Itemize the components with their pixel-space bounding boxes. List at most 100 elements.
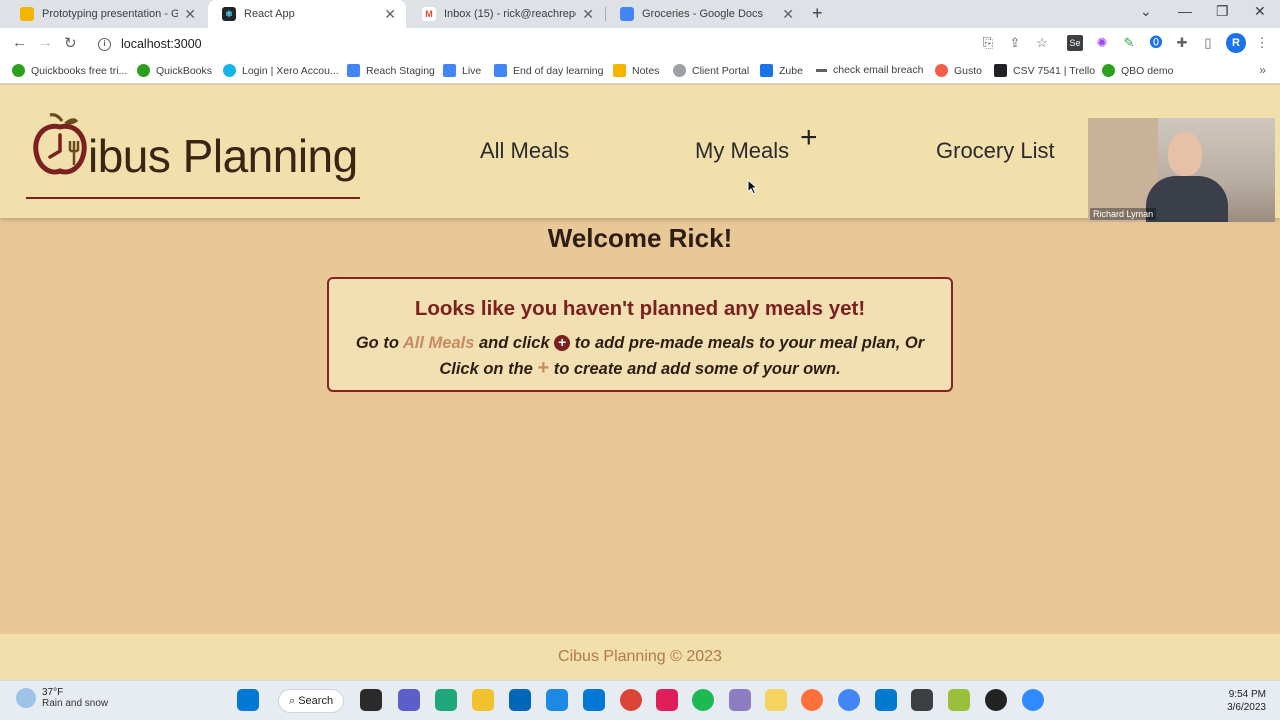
participant-head <box>1168 132 1202 176</box>
tab-inbox[interactable]: M Inbox (15) - rick@reachreporting ✕ <box>408 0 604 28</box>
teams-chat-icon[interactable] <box>398 689 420 711</box>
forward-icon[interactable]: → <box>38 34 53 51</box>
slack-icon[interactable] <box>656 689 678 711</box>
profile-avatar[interactable]: R <box>1226 33 1246 53</box>
apple-clock-icon <box>33 113 87 175</box>
site-info-icon[interactable]: i <box>98 37 111 51</box>
file-explorer-icon[interactable] <box>472 689 494 711</box>
weather-widget[interactable]: 37°F Rain and snow <box>16 687 108 709</box>
share-icon[interactable]: ⇪ <box>1007 35 1023 51</box>
all-meals-link[interactable]: All Meals <box>403 334 475 352</box>
edge-icon[interactable] <box>435 689 457 711</box>
l-app-icon[interactable] <box>546 689 568 711</box>
url-text: localhost:3000 <box>121 37 202 51</box>
install-icon[interactable]: ⎘ <box>980 35 996 51</box>
maximize-icon[interactable]: ❐ <box>1216 3 1229 20</box>
rain-snow-icon <box>16 688 36 708</box>
diagram-app-icon[interactable] <box>948 689 970 711</box>
video-call-overlay: Richard Lyman <box>1088 118 1275 222</box>
participant-body <box>1146 176 1228 222</box>
zoom-icon[interactable] <box>1022 689 1044 711</box>
app-logo[interactable]: ibus Planning <box>26 109 360 199</box>
trello-icon <box>994 64 1007 77</box>
bookmark-zube[interactable]: Zube <box>760 64 803 77</box>
firefox-icon[interactable] <box>801 689 823 711</box>
tab-react-app[interactable]: ⚛ React App ✕ <box>208 0 406 28</box>
kebab-menu-icon[interactable]: ⋮ <box>1254 35 1270 51</box>
bookmark-quickbooks-free-trial[interactable]: Quickbooks free tri... <box>12 64 127 77</box>
tab-search-icon[interactable]: ⌄ <box>1140 3 1152 20</box>
snipping-tool-icon[interactable] <box>729 689 751 711</box>
mouse-cursor-icon <box>747 179 759 195</box>
close-icon[interactable]: ✕ <box>184 6 196 23</box>
bookmark-trello-csv[interactable]: CSV 7541 | Trello <box>994 64 1095 77</box>
store-icon[interactable] <box>509 689 531 711</box>
nav-grocery-list[interactable]: Grocery List <box>936 138 1055 164</box>
tab-prototyping-presentation[interactable]: Prototyping presentation - Goog ✕ <box>6 0 206 28</box>
empty-meal-plan-notice: Looks like you haven't planned any meals… <box>327 277 953 392</box>
reload-icon[interactable]: ↻ <box>64 34 77 52</box>
window-close-icon[interactable]: ✕ <box>1254 3 1266 20</box>
close-icon[interactable]: ✕ <box>384 6 396 23</box>
browser-tab-bar: Prototyping presentation - Goog ✕ ⚛ Reac… <box>0 0 1280 28</box>
add-circle-icon: + <box>554 335 571 351</box>
nav-my-meals[interactable]: My Meals <box>695 138 789 164</box>
bookmark-end-of-day-learning[interactable]: End of day learning <box>494 64 603 77</box>
color-picker-extension-icon[interactable]: ✺ <box>1094 35 1110 51</box>
outlook-icon[interactable] <box>583 689 605 711</box>
search-icon: ⌕ <box>289 694 299 707</box>
bookmark-qbo-demo[interactable]: QBO demo <box>1102 64 1174 77</box>
bookmark-check-email-breach[interactable]: check email breach <box>816 64 923 76</box>
bookmark-xero-login[interactable]: Login | Xero Accou... <box>223 64 339 77</box>
bookmark-star-icon[interactable]: ☆ <box>1034 35 1050 51</box>
keep-icon <box>613 64 626 77</box>
bookmark-client-portal[interactable]: Client Portal <box>673 64 749 77</box>
bookmark-notes[interactable]: Notes <box>613 64 659 77</box>
close-icon[interactable]: ✕ <box>582 6 594 23</box>
windows-taskbar: 37°F Rain and snow ⌕ Search 9:54 PM 3/6/… <box>0 680 1280 720</box>
eyedropper-extension-icon[interactable]: ✎ <box>1121 35 1137 51</box>
add-meal-plus-icon[interactable]: + <box>800 123 818 153</box>
chrome-icon[interactable] <box>620 689 642 711</box>
system-clock[interactable]: 9:54 PM 3/6/2023 <box>1227 688 1266 714</box>
bookmark-quickbooks[interactable]: QuickBooks <box>137 64 212 77</box>
utility-app-icon[interactable] <box>765 689 787 711</box>
bookmark-gusto[interactable]: Gusto <box>935 64 982 77</box>
react-icon: ⚛ <box>222 7 236 21</box>
media-player-icon[interactable] <box>985 689 1007 711</box>
task-view-icon[interactable] <box>360 689 382 711</box>
tab-groceries[interactable]: Groceries - Google Docs ✕ <box>606 0 804 28</box>
chrome-profile-icon[interactable] <box>838 689 860 711</box>
plus-icon: + <box>537 357 550 379</box>
bookmarks-overflow-icon[interactable]: » <box>1259 63 1266 77</box>
doc-icon <box>443 64 456 77</box>
slides-icon <box>20 7 34 21</box>
doc-icon <box>494 64 507 77</box>
selenium-icon[interactable] <box>911 689 933 711</box>
side-panel-icon[interactable]: ▯ <box>1200 35 1216 51</box>
back-icon[interactable]: ← <box>12 34 27 51</box>
bookmarks-bar: Quickbooks free tri... QuickBooks Login … <box>0 60 1280 84</box>
participant-name: Richard Lyman <box>1090 208 1157 220</box>
bookmark-reach-staging[interactable]: Reach Staging <box>347 64 435 77</box>
minimize-icon[interactable]: — <box>1178 3 1192 19</box>
taskbar-search[interactable]: ⌕ Search <box>278 689 344 713</box>
selenium-extension-icon[interactable]: Se <box>1067 35 1083 51</box>
start-icon[interactable] <box>237 689 259 711</box>
new-tab-icon[interactable]: + <box>812 3 823 24</box>
quickbooks-icon <box>1102 64 1115 77</box>
welcome-heading: Welcome Rick! <box>547 223 733 253</box>
app-logo-text: ibus Planning <box>88 130 358 182</box>
xero-icon <box>223 64 236 77</box>
bookmark-live[interactable]: Live <box>443 64 481 77</box>
spotify-icon[interactable] <box>692 689 714 711</box>
address-bar[interactable]: i localhost:3000 <box>92 31 962 57</box>
gusto-icon <box>935 64 948 77</box>
vscode-icon[interactable] <box>875 689 897 711</box>
notice-heading: Looks like you haven't planned any meals… <box>414 297 866 320</box>
zube-icon <box>760 64 773 77</box>
password-manager-icon[interactable]: ⓿ <box>1148 35 1164 51</box>
nav-all-meals[interactable]: All Meals <box>480 138 569 164</box>
extensions-icon[interactable]: ✚ <box>1174 35 1190 51</box>
close-icon[interactable]: ✕ <box>782 6 794 23</box>
